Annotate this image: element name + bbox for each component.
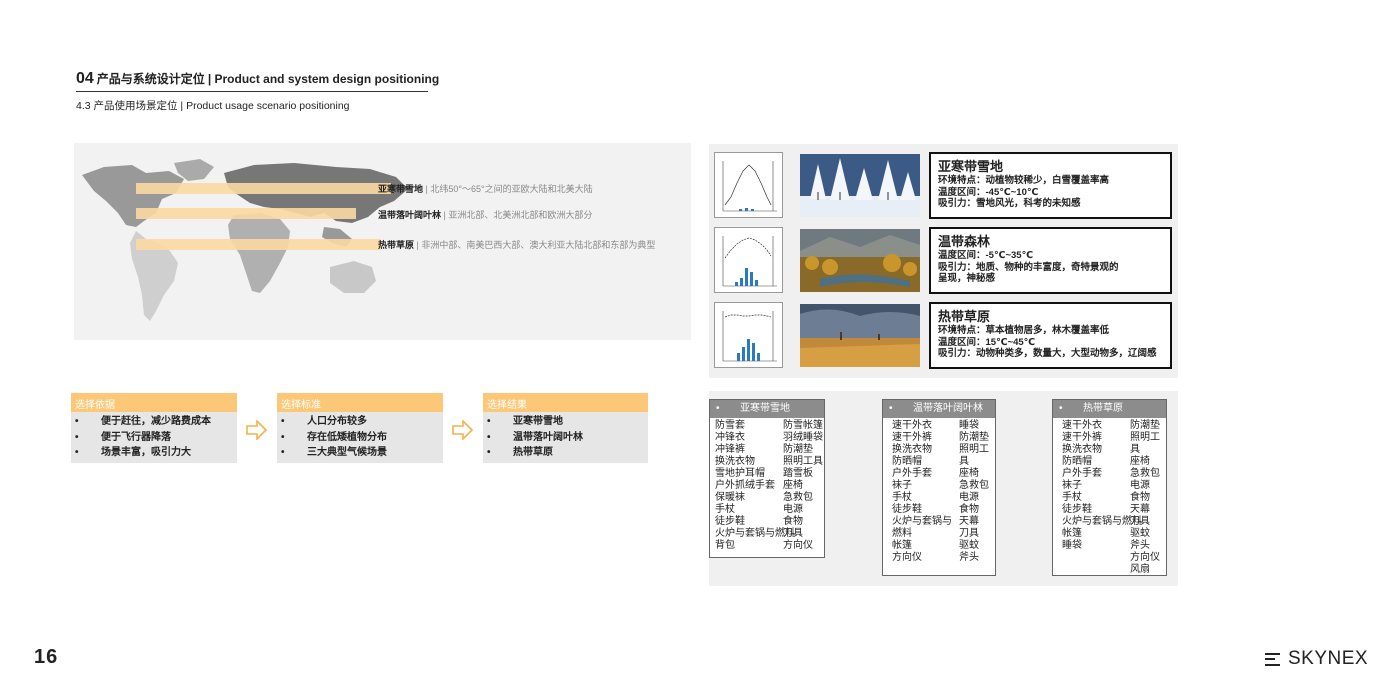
flow-body-result: • 亚寒带雪地 • 温带落叶阔叶林 • 热带草原 xyxy=(483,412,648,463)
section-number: 04 xyxy=(76,70,94,87)
climate-info-temperate: 温带森林 温度区间：-5℃~35℃ 吸引力：地质、物种的丰富度，奇特景观的 呈现… xyxy=(929,227,1172,294)
gear-col-right: 睡袋 防潮垫 照明工具座椅 急救包 电源 食物 天幕 刀具 驱蚊 斧头 xyxy=(959,420,989,563)
section-subtitle: 4.3 产品使用场景定位 | Product usage scenario po… xyxy=(76,100,350,112)
gear-head-temperate: • 温带落叶阔叶林 xyxy=(883,400,995,418)
flow-box-result: 选择结果 • 亚寒带雪地 • 温带落叶阔叶林 • 热带草原 xyxy=(483,393,648,463)
gear-list-temperate: • 温带落叶阔叶林 速干外衣 速干外裤 换洗衣物 防晒帽 户外手套 袜子 手杖 徒步鞋 火炉与套锅… xyxy=(882,399,996,576)
gear-col-right: 防潮垫 照明工具座椅 急救包 电源 食物 天幕 刀具 驱蚊 斧头 方向仪 风扇 xyxy=(1130,420,1160,575)
flow-body-basis: • 便于赶往，减少路费成本 • 便于飞行器降落 • 场景丰富，吸引力大 xyxy=(71,412,237,463)
band-label-temperate: 温带落叶阔叶林 | 亚洲北部、北美洲北部和欧洲大部分 xyxy=(378,210,593,220)
flow-head-result: 选择结果 xyxy=(483,393,648,412)
subarctic-band xyxy=(136,183,391,194)
arrow-right-icon xyxy=(452,420,474,440)
flow-box-basis: 选择依据 • 便于赶往，减少路费成本 • 便于飞行器降落 • 场景丰富，吸引力大 xyxy=(71,393,237,463)
brand-mark-icon xyxy=(1265,652,1280,666)
band-label-subarctic: 亚寒带雪地 | 北纬50°～65°之间的亚欧大陆和北美大陆 xyxy=(378,184,593,194)
flow-head-criteria: 选择标准 xyxy=(277,393,443,412)
flow-box-criteria: 选择标准 • 人口分布较多 • 存在低矮植物分布 • 三大典型气候场景 xyxy=(277,393,443,463)
section-header: 04 产品与系统设计定位 | Product and system design… xyxy=(76,70,439,112)
climate-row-tropical: 热带草原 环境特点：草本植物居多，林木覆盖率低 温度区间：15℃~45℃ 吸引力… xyxy=(714,299,1174,369)
climate-row-subarctic: 亚寒带雪地 环境特点：动植物较稀少，白雪覆盖率高 温度区间：-45℃~10℃ 吸… xyxy=(714,149,1174,219)
brand-logo: SKYNEX xyxy=(1265,648,1368,670)
photo-snow-forest xyxy=(800,154,920,217)
africa-shape xyxy=(228,213,290,293)
gear-head-subarctic: • 亚寒带雪地 xyxy=(710,400,824,418)
australia-shape xyxy=(330,261,376,293)
band-label-tropical: 热带草原 | 非洲中部、南美巴西大部、澳大利亚大陆北部和东部为典型 xyxy=(378,240,656,250)
climate-info-subarctic: 亚寒带雪地 环境特点：动植物较稀少，白雪覆盖率高 温度区间：-45℃~10℃ 吸… xyxy=(929,152,1172,219)
section-title: 04 产品与系统设计定位 | Product and system design… xyxy=(76,70,439,88)
photo-temperate-forest xyxy=(800,229,920,292)
flow-head-basis: 选择依据 xyxy=(71,393,237,412)
title-rule xyxy=(76,91,428,92)
tropical-band xyxy=(136,239,381,250)
gear-col-left: 速干外衣 速干外裤 换洗衣物 防晒帽 户外手套 袜子 手杖 徒步鞋 火炉与套锅与 燃料 帐篷 方向仪 xyxy=(892,420,952,563)
gear-list-subarctic: • 亚寒带雪地 防雪套 冲锋衣 冲锋裤 换洗衣物 雪地护耳帽 户外抓绒手套 保暖袜 手杖 徒步鞋火… xyxy=(709,399,825,558)
section-title-en: | Product and system design positioning xyxy=(207,72,440,86)
gear-panel: • 亚寒带雪地 防雪套 冲锋衣 冲锋裤 换洗衣物 雪地护耳帽 户外抓绒手套 保暖袜 手杖 徒步鞋火… xyxy=(709,391,1178,586)
climate-row-temperate: 温带森林 温度区间：-5℃~35℃ 吸引力：地质、物种的丰富度，奇特景观的 呈现… xyxy=(714,224,1174,294)
arrow-right-icon xyxy=(246,420,268,440)
gear-head-tropical: • 热带草原 xyxy=(1053,400,1166,418)
world-map-panel: 亚寒带雪地 | 北纬50°～65°之间的亚欧大陆和北美大陆 温带落叶阔叶林 | … xyxy=(74,143,691,340)
section-title-cn: 产品与系统设计定位 xyxy=(96,72,205,86)
climate-panel: 亚寒带雪地 环境特点：动植物较稀少，白雪覆盖率高 温度区间：-45℃~10℃ 吸… xyxy=(709,144,1178,378)
temperate-band xyxy=(136,208,356,219)
climate-chart-subarctic xyxy=(714,152,783,218)
page-number: 16 xyxy=(34,646,59,668)
gear-list-tropical: • 热带草原 速干外衣 速干外裤 换洗衣物 防晒帽 户外手套 袜子 手杖 徒步鞋 火炉与套锅与燃料… xyxy=(1052,399,1167,576)
climate-chart-tropical xyxy=(714,302,783,368)
photo-savanna xyxy=(800,304,920,367)
gear-col-right: 防雪帐篷 羽绒睡袋 防潮垫 照明工具 踏雪板 座椅 急救包 电源 食物 刀具 方向仪 xyxy=(783,420,823,551)
brand-name: SKYNEX xyxy=(1288,648,1369,669)
climate-chart-temperate xyxy=(714,227,783,293)
flow-body-criteria: • 人口分布较多 • 存在低矮植物分布 • 三大典型气候场景 xyxy=(277,412,443,463)
climate-info-tropical: 热带草原 环境特点：草本植物居多，林木覆盖率低 温度区间：15℃~45℃ 吸引力… xyxy=(929,302,1172,369)
